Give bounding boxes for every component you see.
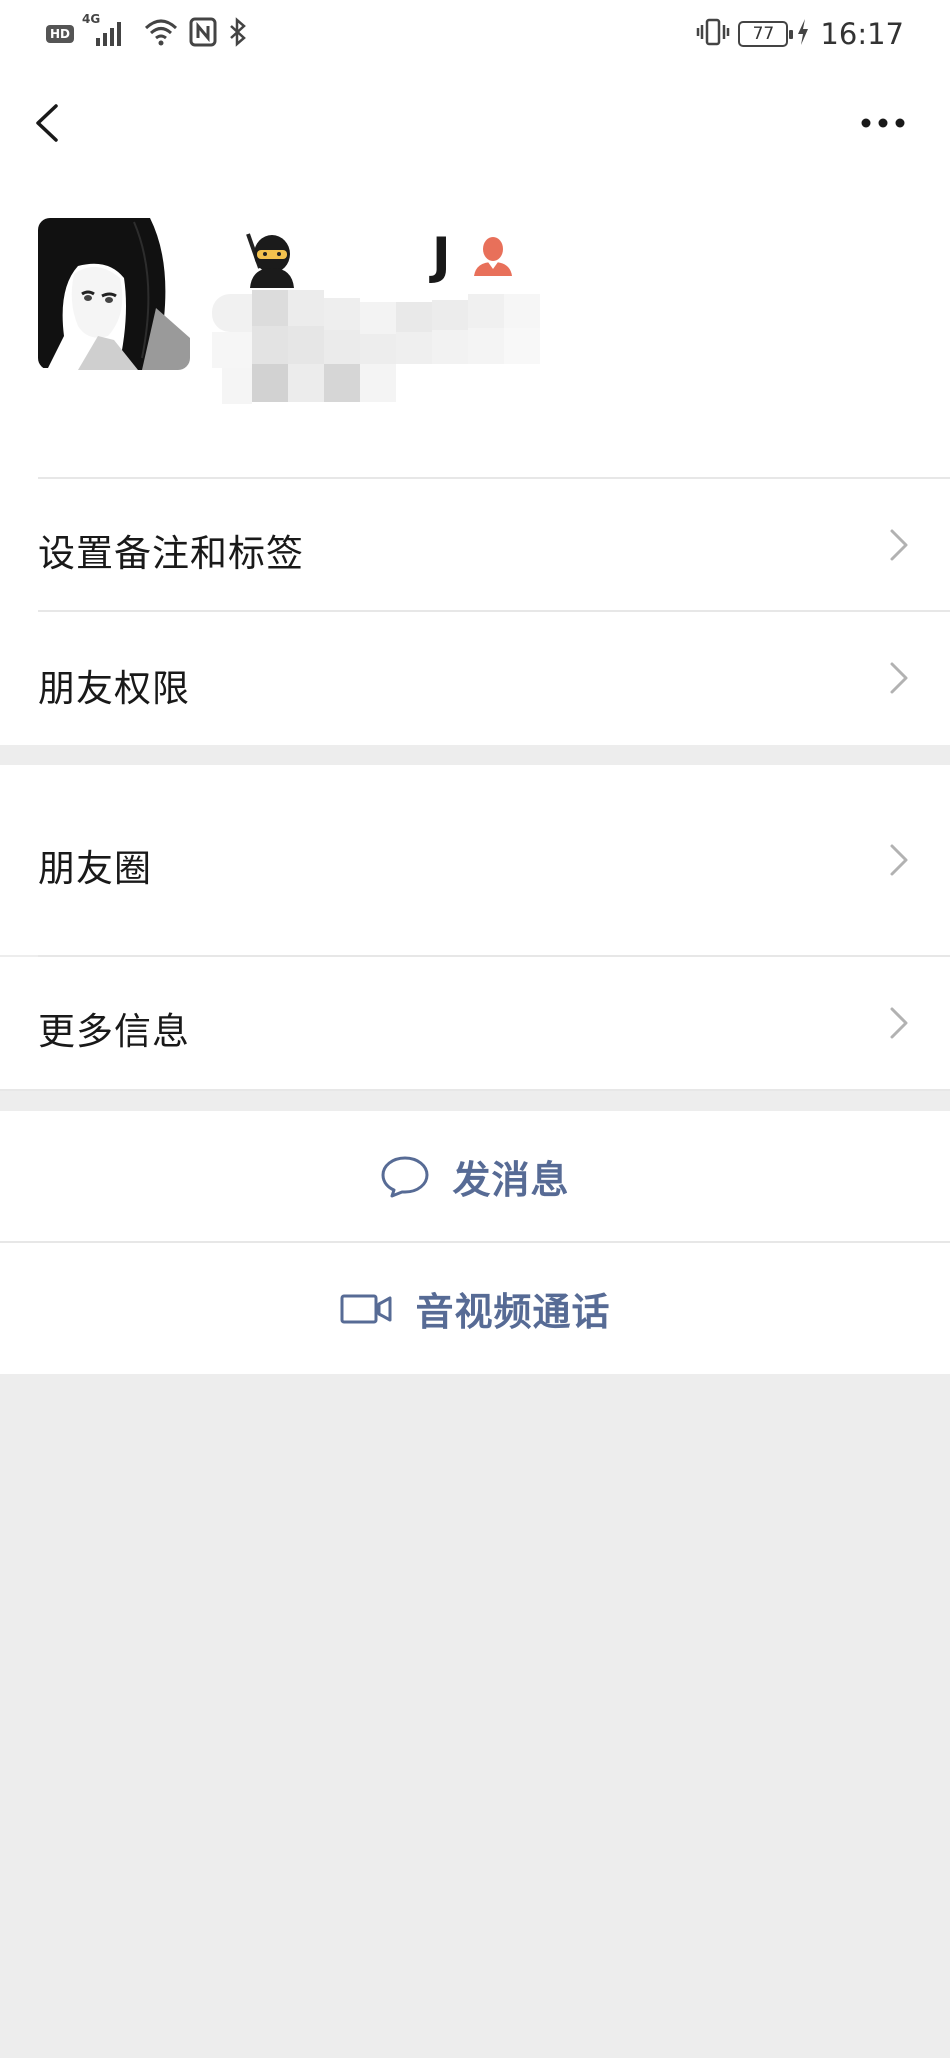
section-gap xyxy=(0,1091,950,1111)
section-gap xyxy=(0,745,950,765)
charging-icon xyxy=(796,17,810,51)
more-info-row[interactable]: 更多信息 xyxy=(0,957,950,1089)
moments-row[interactable]: 朋友圈 xyxy=(0,765,950,955)
wifi-icon xyxy=(142,16,180,52)
row-label: 朋友权限 xyxy=(38,667,190,710)
avatar[interactable] xyxy=(38,218,190,370)
contact-profile-screen: HD 4G 77 16:17 J 设置备注和标签 朋友权限 朋友圈 更多信息 发… xyxy=(0,0,950,2058)
chevron-right-icon xyxy=(890,1007,908,1039)
row-label: 朋友圈 xyxy=(38,847,152,890)
blurred-account-info xyxy=(212,290,548,406)
back-button[interactable] xyxy=(22,92,72,154)
chevron-left-icon xyxy=(36,104,58,142)
more-dots-icon xyxy=(861,118,905,128)
chat-bubble-icon xyxy=(381,1156,429,1198)
send-message-button[interactable]: 发消息 xyxy=(0,1111,950,1241)
friend-permissions-row[interactable]: 朋友权限 xyxy=(0,612,950,745)
battery-indicator: 77 xyxy=(738,21,794,47)
name-initial: J xyxy=(432,227,451,285)
ninja-emoji xyxy=(246,233,294,288)
vibrate-icon xyxy=(696,16,730,52)
send-message-label: 发消息 xyxy=(452,1157,570,1202)
video-call-button[interactable]: 音视频通话 xyxy=(0,1243,950,1374)
video-call-label: 音视频通话 xyxy=(415,1290,611,1334)
nfc-icon xyxy=(188,16,218,52)
row-label: 更多信息 xyxy=(38,1010,190,1053)
contact-name: J xyxy=(242,226,542,288)
person-emoji xyxy=(474,237,512,276)
signal-icon: 4G xyxy=(82,12,134,50)
status-bar-right: 77 16:17 xyxy=(696,14,904,54)
bluetooth-icon xyxy=(226,16,250,52)
set-remark-and-tags-row[interactable]: 设置备注和标签 xyxy=(0,479,950,611)
row-label: 设置备注和标签 xyxy=(38,532,304,575)
chevron-right-icon xyxy=(890,844,908,876)
chevron-right-icon xyxy=(890,662,908,694)
avatar-image xyxy=(38,218,190,370)
status-time: 16:17 xyxy=(820,17,904,51)
status-bar-left: HD 4G xyxy=(46,12,250,54)
hd-icon: HD xyxy=(46,25,75,43)
more-button[interactable] xyxy=(852,100,914,146)
video-camera-icon xyxy=(340,1294,392,1323)
status-bar: HD 4G 77 16:17 xyxy=(0,0,950,70)
chevron-right-icon xyxy=(890,529,908,561)
